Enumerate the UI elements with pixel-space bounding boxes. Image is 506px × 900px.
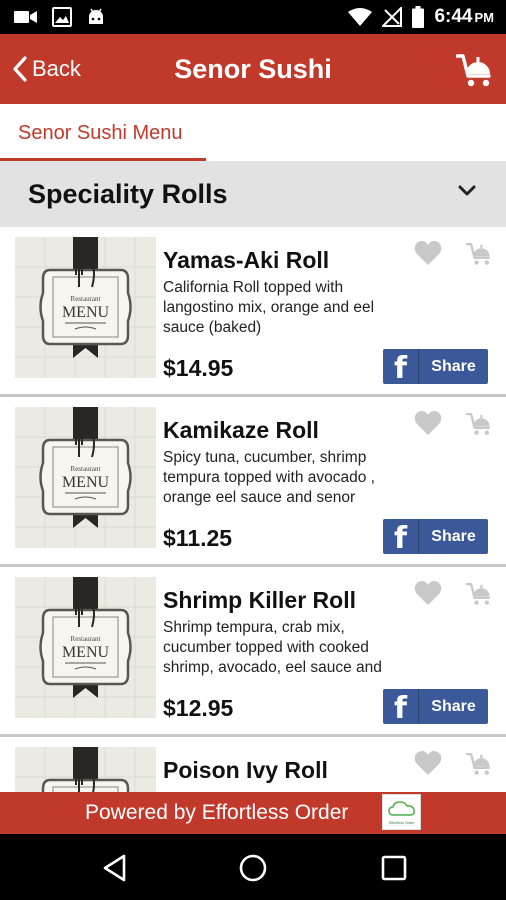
status-right-icons: 6:44 PM xyxy=(348,6,506,28)
effortless-order-logo: Effortless Order xyxy=(382,794,421,830)
back-triangle-icon[interactable] xyxy=(98,851,132,885)
status-bar: 6:44 PM xyxy=(0,0,506,34)
menu-item-name: Yamas-Aki Roll xyxy=(163,247,330,273)
powered-by-footer[interactable]: Powered by Effortless Order xyxy=(0,792,506,834)
category-label: Speciality Rolls xyxy=(28,178,228,209)
share-label: Share xyxy=(431,527,476,545)
heart-icon[interactable] xyxy=(414,240,442,266)
facebook-icon: f xyxy=(383,349,419,384)
menu-item-description: California Roll topped with langostino m… xyxy=(163,279,375,336)
recents-square-icon[interactable] xyxy=(377,851,411,885)
menu-item-price: $14.95 xyxy=(163,355,234,381)
menu-item-list[interactable]: Restaurant MENU Yamas-Aki Roll Californi… xyxy=(0,227,506,792)
footer-text: Powered by Effortless Order xyxy=(85,801,349,824)
menu-big-text: MENU xyxy=(62,474,110,491)
facebook-share-button[interactable]: f Share xyxy=(383,349,488,384)
logo-text: Effortless Order xyxy=(389,821,415,825)
facebook-share-button[interactable]: f Share xyxy=(383,519,488,554)
restaurant-small-text: Restaurant xyxy=(71,635,101,643)
cart-button[interactable] xyxy=(455,50,496,88)
facebook-icon: f xyxy=(383,689,419,724)
restaurant-menu-image: Restaurant MENU xyxy=(15,577,156,718)
status-left-icons xyxy=(0,7,106,27)
back-chevron-icon xyxy=(13,56,27,82)
menu-item-name: Kamikaze Roll xyxy=(163,417,319,443)
image-icon xyxy=(52,7,72,27)
share-label: Share xyxy=(431,357,476,375)
menu-item[interactable]: Restaurant MENU Shrimp Killer Roll Shrim… xyxy=(0,567,506,737)
menu-item-name: Poison Ivy Roll xyxy=(163,757,328,783)
menu-item-name: Shrimp Killer Roll xyxy=(163,587,356,613)
chevron-down-icon xyxy=(458,185,476,196)
menu-item[interactable]: Restaurant MENU Kamikaze Roll Spicy tuna… xyxy=(0,397,506,567)
menu-item-description: Shrimp tempura, crab mix, cucumber toppe… xyxy=(163,619,382,676)
add-to-cart-icon[interactable] xyxy=(466,750,494,776)
add-to-cart-icon[interactable] xyxy=(466,410,494,436)
add-to-cart-icon[interactable] xyxy=(466,580,494,606)
restaurant-menu-image: Restaurant MENU xyxy=(15,747,156,792)
menu-item-thumbnail: Restaurant MENU xyxy=(15,577,156,718)
restaurant-small-text: Restaurant xyxy=(71,465,101,473)
wifi-icon xyxy=(348,8,373,26)
home-circle-icon[interactable] xyxy=(236,851,270,885)
battery-icon xyxy=(412,6,425,28)
restaurant-menu-image: Restaurant MENU xyxy=(15,407,156,548)
menu-item-thumbnail: Restaurant MENU xyxy=(15,747,156,792)
back-label: Back xyxy=(32,56,81,81)
app-bar: Back Senor Sushi xyxy=(0,34,506,104)
android-icon xyxy=(89,8,103,24)
back-button[interactable]: Back xyxy=(0,34,81,104)
menu-item-description: Spicy tuna, cucumber, shrimp tempura top… xyxy=(163,449,375,506)
menu-item-thumbnail: Restaurant MENU xyxy=(15,237,156,378)
share-label: Share xyxy=(431,697,476,715)
category-header[interactable]: Speciality Rolls xyxy=(0,161,506,227)
heart-icon[interactable] xyxy=(414,750,442,776)
menu-big-text: MENU xyxy=(62,644,110,661)
tab-senor-sushi-menu[interactable]: Senor Sushi Menu xyxy=(0,104,206,161)
restaurant-menu-image: Restaurant MENU xyxy=(15,237,156,378)
video-icon xyxy=(14,11,37,23)
menu-item-thumbnail: Restaurant MENU xyxy=(15,407,156,548)
tab-label: Senor Sushi Menu xyxy=(18,122,183,144)
cart-icon xyxy=(455,54,491,87)
facebook-share-button[interactable]: f Share xyxy=(383,689,488,724)
menu-item[interactable]: Restaurant MENU Poison Ivy Roll f Share xyxy=(0,737,506,792)
menu-item[interactable]: Restaurant MENU Yamas-Aki Roll Californi… xyxy=(0,227,506,397)
tab-strip: Senor Sushi Menu xyxy=(0,104,506,161)
menu-item-price: $11.25 xyxy=(163,525,233,551)
android-nav-bar xyxy=(0,834,506,900)
menu-item-price: $12.95 xyxy=(163,695,234,721)
menu-big-text: MENU xyxy=(62,304,110,321)
no-signal-icon xyxy=(382,7,403,27)
heart-icon[interactable] xyxy=(414,580,442,606)
status-time: 6:44 PM xyxy=(434,6,494,27)
heart-icon[interactable] xyxy=(414,410,442,436)
add-to-cart-icon[interactable] xyxy=(466,240,494,266)
restaurant-small-text: Restaurant xyxy=(71,295,101,303)
facebook-icon: f xyxy=(383,519,419,554)
